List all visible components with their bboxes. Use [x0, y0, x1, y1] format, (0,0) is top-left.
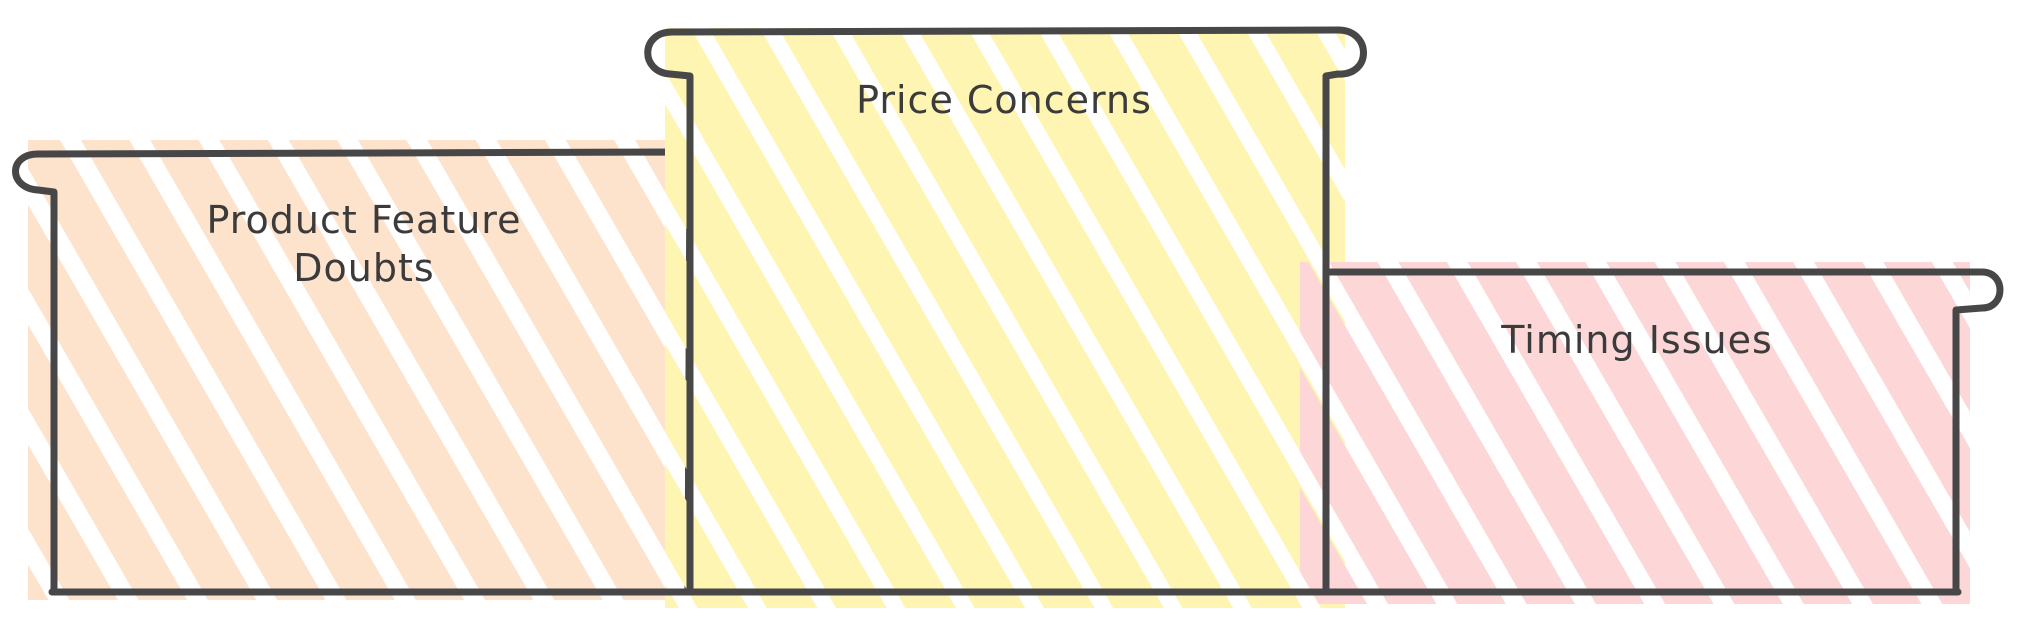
podium-block-right-fill [1300, 262, 1970, 604]
podium-diagram: Product Feature Doubts Price Concerns Ti… [0, 0, 2037, 632]
podium-label-left: Product Feature Doubts [206, 198, 522, 290]
podium-label-right: Timing Issues [1501, 318, 1773, 362]
podium-label-center: Price Concerns [856, 78, 1152, 122]
podium-block-right [1300, 262, 2004, 604]
